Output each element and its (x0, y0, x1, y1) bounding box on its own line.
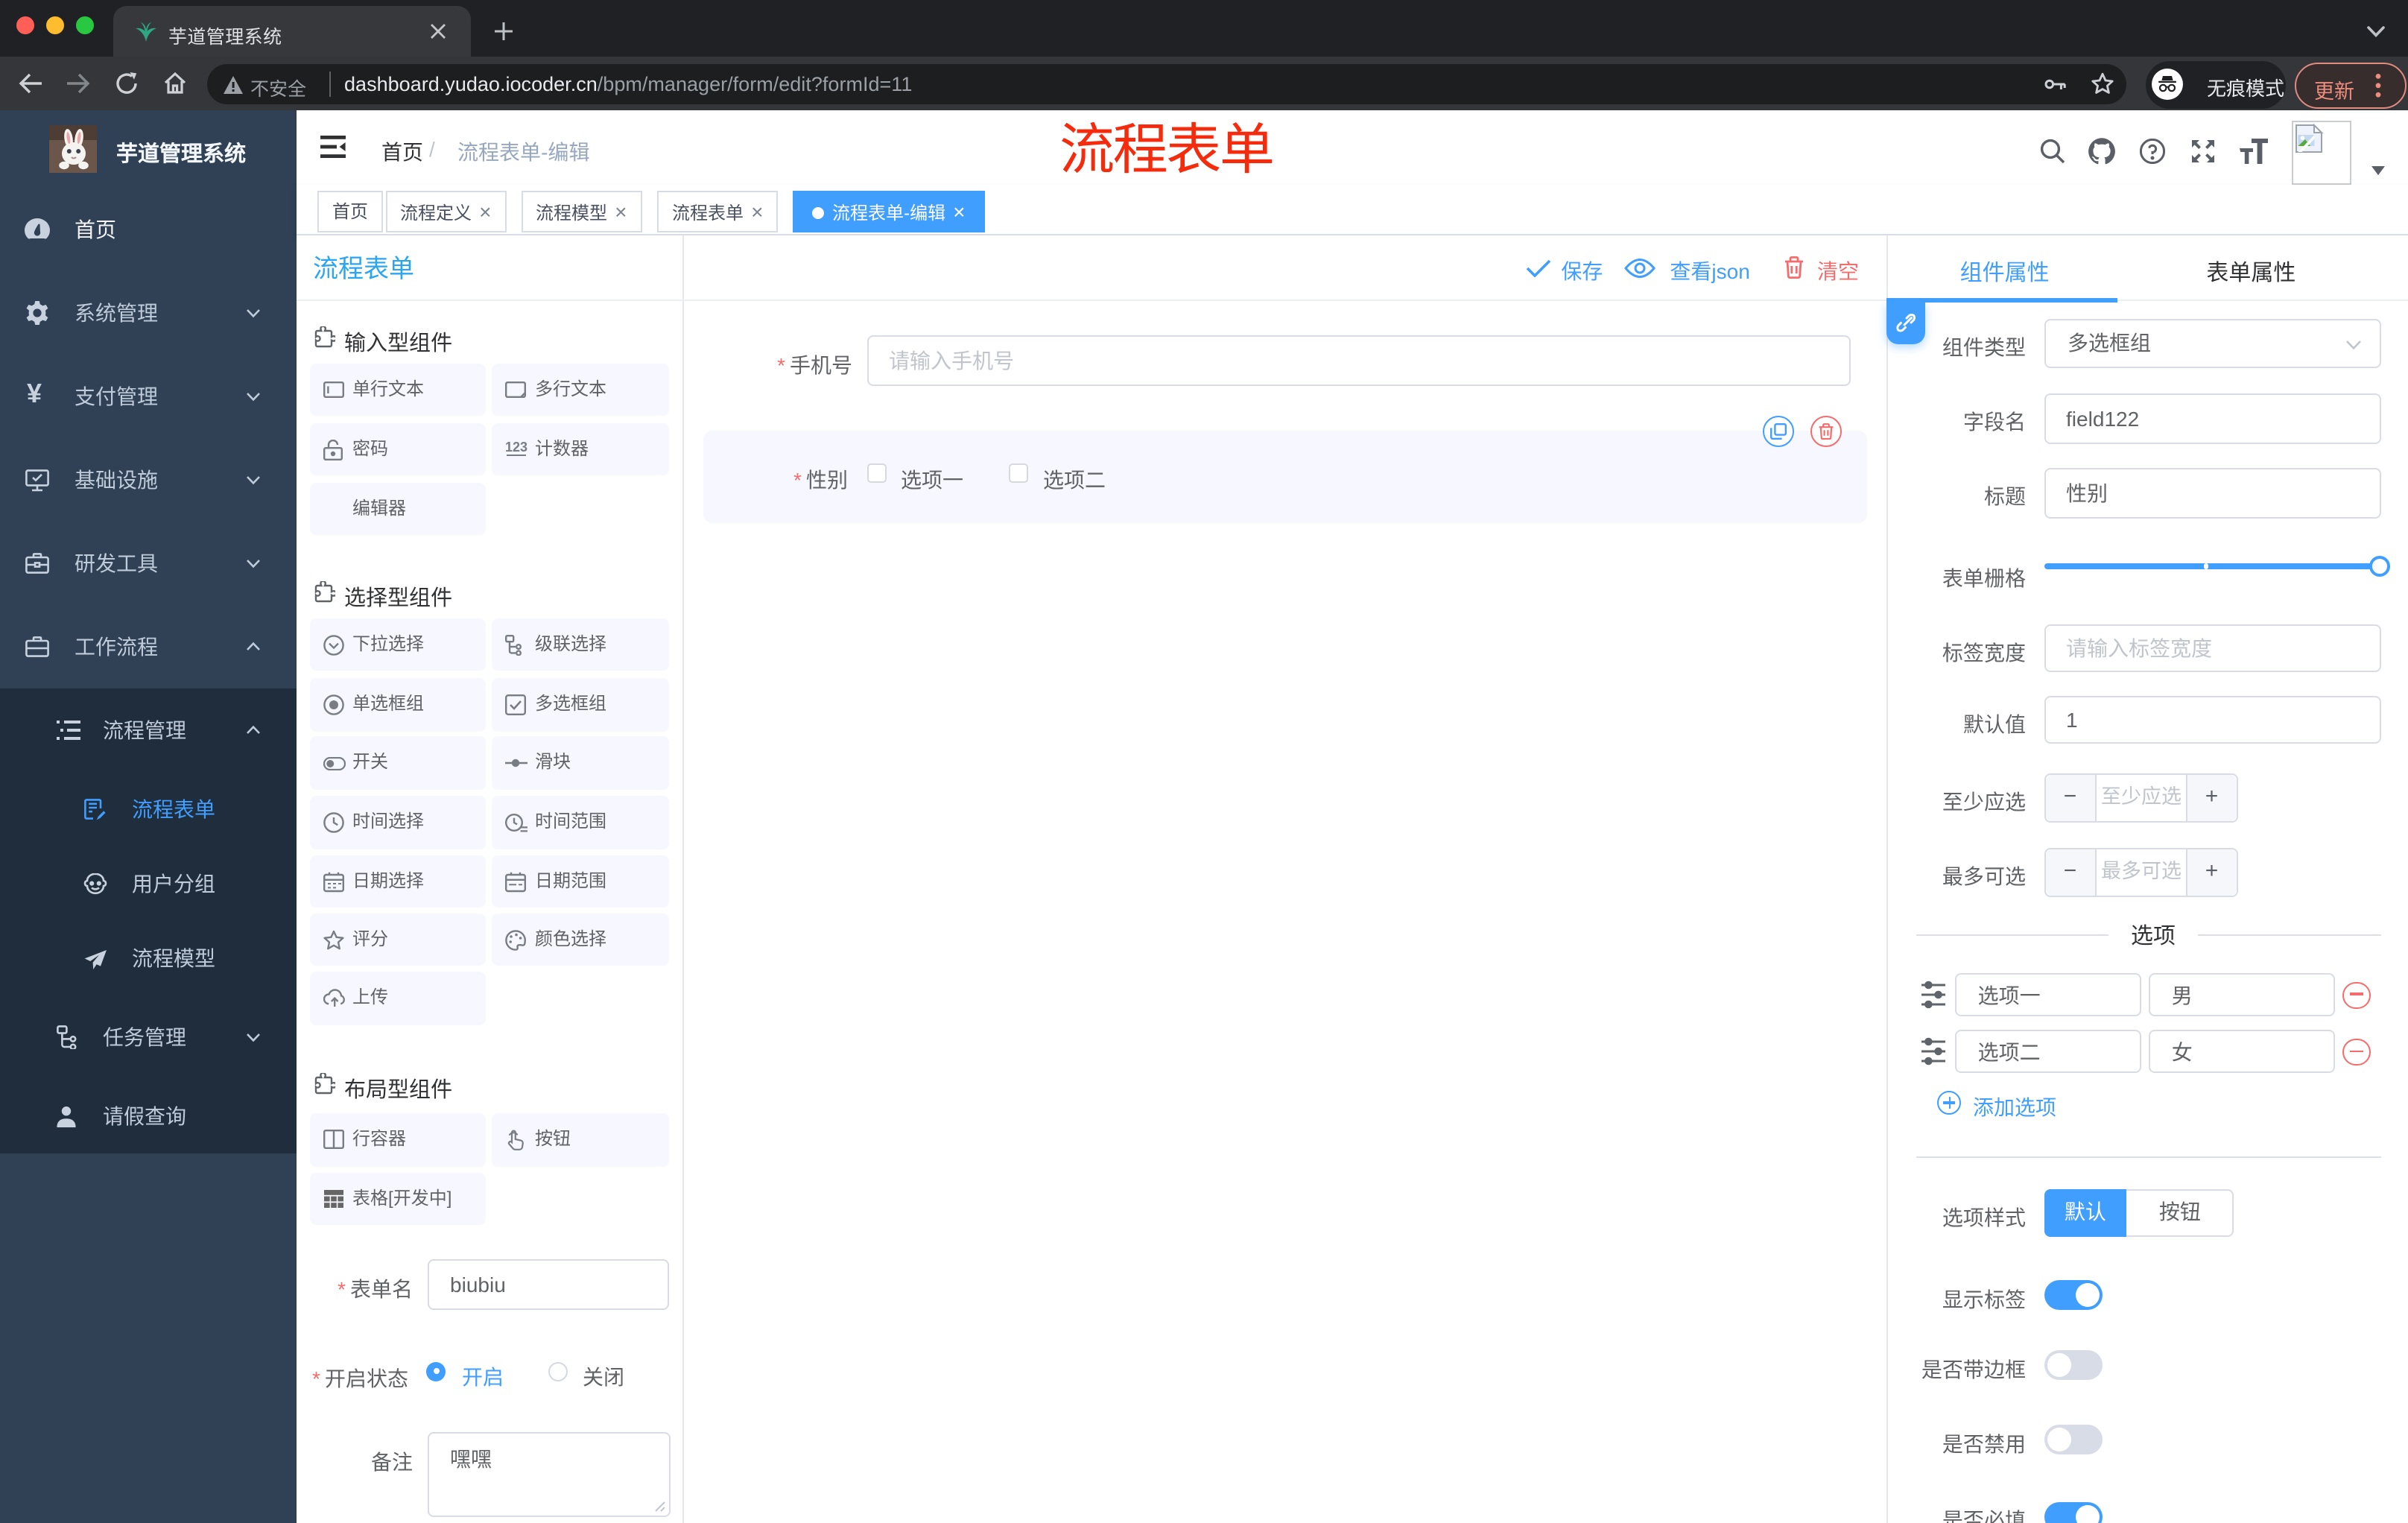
svg-text:123: 123 (505, 439, 527, 454)
